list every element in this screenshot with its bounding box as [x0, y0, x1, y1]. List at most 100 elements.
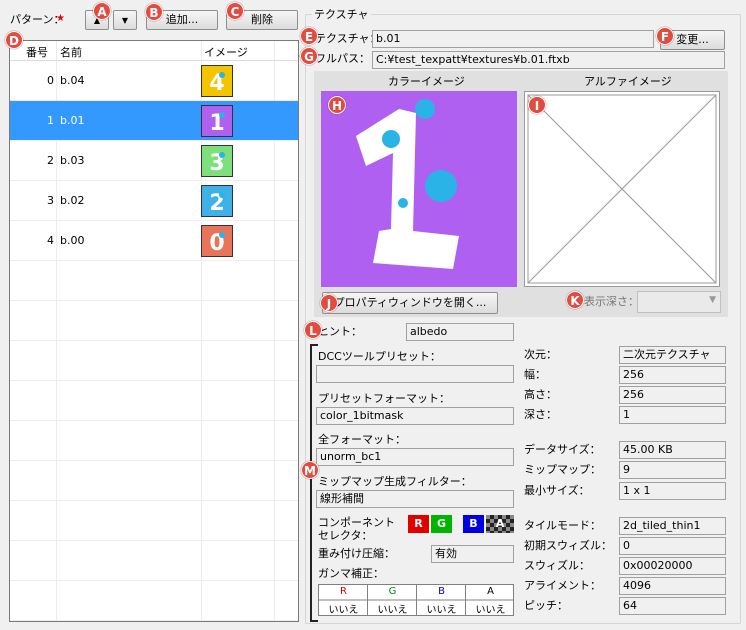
- weighted-compression-field: 有効: [431, 545, 514, 563]
- badge-e: E: [300, 27, 318, 45]
- list-item-name: b.02: [60, 194, 85, 207]
- empty-row: [10, 301, 298, 341]
- badge-d: D: [5, 31, 23, 49]
- chevron-down-icon: ▼: [709, 295, 716, 305]
- badge-m: M: [301, 461, 319, 479]
- list-item[interactable]: 0 b.04 4: [10, 61, 298, 101]
- empty-row: [10, 621, 299, 622]
- empty-row: [10, 581, 298, 621]
- list-item-thumbnail: 2: [201, 185, 233, 217]
- empty-row: [10, 461, 298, 501]
- badge-g: G: [300, 47, 318, 65]
- component-g: G: [431, 515, 452, 533]
- alignment-field: 4096: [619, 577, 726, 595]
- texture-group-title: テクスチャ: [312, 8, 371, 22]
- dimension-label: 次元：: [524, 348, 557, 361]
- list-item-number: 1: [47, 114, 54, 127]
- badge-b: B: [145, 3, 163, 21]
- list-item[interactable]: 4 b.00 0: [10, 221, 298, 261]
- pattern-list[interactable]: 番号 名前 イメージ 0 b.04 4 1 b.01 1 2 b.03 3 3 b.02 2 4 b.00…: [9, 40, 299, 622]
- empty-row: [10, 341, 298, 381]
- preset-format-field: color_1bitmask: [316, 407, 514, 425]
- color-image-label: カラーイメージ: [388, 75, 465, 88]
- tile-mode-label: タイルモード：: [524, 519, 601, 532]
- list-item[interactable]: 1 b.01 1: [10, 101, 298, 141]
- numeral-one-image: [356, 99, 459, 269]
- height-field: 256: [619, 386, 726, 404]
- dimension-field: 二次元テクスチャ: [619, 346, 726, 364]
- gamma-table: R G B A いいえ いいえ いいえ いいえ: [318, 584, 514, 616]
- badge-c: C: [226, 2, 244, 20]
- list-item-number: 2: [47, 154, 54, 167]
- badge-j: J: [320, 294, 338, 312]
- full-format-field: unorm_bc1: [316, 448, 514, 466]
- list-item-thumbnail: 4: [201, 65, 233, 97]
- tile-mode-field: 2d_tiled_thin1: [619, 517, 726, 535]
- empty-row: [10, 501, 298, 541]
- width-label: 幅：: [524, 368, 546, 381]
- open-property-window-button[interactable]: プロパティウィンドウを開く...: [322, 292, 498, 314]
- column-name[interactable]: 名前: [60, 44, 82, 60]
- preset-format-label: プリセットフォーマット：: [318, 392, 450, 405]
- list-item-number: 0: [47, 74, 54, 87]
- full-format-label: 全フォーマット：: [318, 433, 406, 446]
- empty-row: [10, 261, 298, 301]
- initial-swizzle-label: 初期スウィズル：: [524, 539, 612, 552]
- gamma-label: ガンマ補正：: [318, 567, 384, 580]
- alpha-image-label: アルファイメージ: [584, 75, 672, 88]
- data-size-field: 45.00 KB: [619, 441, 726, 459]
- texture-label: テクスチャ：: [315, 32, 381, 45]
- list-item-thumbnail: 1: [201, 105, 233, 137]
- list-item[interactable]: 3 b.02 2: [10, 181, 298, 221]
- badge-l: L: [304, 321, 322, 339]
- list-item[interactable]: 2 b.03 3: [10, 141, 298, 181]
- height-label: 高さ：: [524, 388, 557, 401]
- min-size-field: 1 x 1: [619, 482, 726, 500]
- badge-a: A: [93, 2, 111, 20]
- badge-f: F: [656, 27, 674, 45]
- min-size-label: 最小サイズ：: [524, 484, 590, 497]
- color-image-preview: [321, 91, 517, 287]
- badge-k: K: [566, 291, 584, 309]
- alignment-label: アライメント：: [524, 579, 601, 592]
- column-number[interactable]: 番号: [26, 44, 48, 60]
- pitch-label: ピッチ：: [524, 599, 568, 612]
- component-a: A: [486, 515, 514, 533]
- display-depth-label: 表示深さ：: [584, 295, 639, 308]
- column-image[interactable]: イメージ: [204, 44, 248, 60]
- empty-row: [10, 421, 298, 461]
- alpha-image-preview: [524, 91, 720, 287]
- initial-swizzle-field: 0: [619, 537, 726, 555]
- mipmap-label: ミップマップ：: [524, 463, 601, 476]
- mip-filter-label: ミップマップ生成フィルター：: [318, 475, 472, 488]
- list-item-name: b.01: [60, 114, 85, 127]
- badge-i: I: [528, 96, 546, 114]
- fullpath-field: C:¥test_texpatt¥textures¥b.01.ftxb: [372, 51, 725, 69]
- width-field: 256: [619, 366, 726, 384]
- move-down-button[interactable]: ▼: [113, 10, 137, 30]
- dcc-preset-field: [316, 365, 514, 383]
- mip-filter-field: 線形補間: [316, 490, 514, 508]
- hint-field: albedo: [406, 323, 514, 341]
- component-r: R: [408, 515, 429, 533]
- depth-label: 深さ：: [524, 408, 557, 421]
- depth-field: 1: [619, 406, 726, 424]
- fullpath-label: フルパス：: [315, 52, 370, 65]
- list-item-thumbnail: 3: [201, 145, 233, 177]
- dcc-preset-label: DCCツールプリセット：: [318, 350, 441, 363]
- component-selector-label: コンポーネント セレクタ：: [318, 516, 395, 542]
- details-bracket: [310, 344, 318, 622]
- empty-row: [10, 381, 298, 421]
- component-b: B: [463, 515, 484, 533]
- hint-label: ヒント：: [318, 325, 362, 338]
- swizzle-label: スウィズル：: [524, 559, 590, 572]
- empty-image-icon: [527, 94, 717, 284]
- display-depth-select[interactable]: ▼: [637, 291, 721, 313]
- required-mark: ★: [56, 13, 65, 24]
- list-item-name: b.03: [60, 154, 85, 167]
- arrow-down-icon: ▼: [121, 16, 129, 25]
- mipmap-field: 9: [619, 461, 726, 479]
- list-header: 番号 名前 イメージ: [10, 41, 298, 61]
- list-item-number: 4: [47, 234, 54, 247]
- list-item-number: 3: [47, 194, 54, 207]
